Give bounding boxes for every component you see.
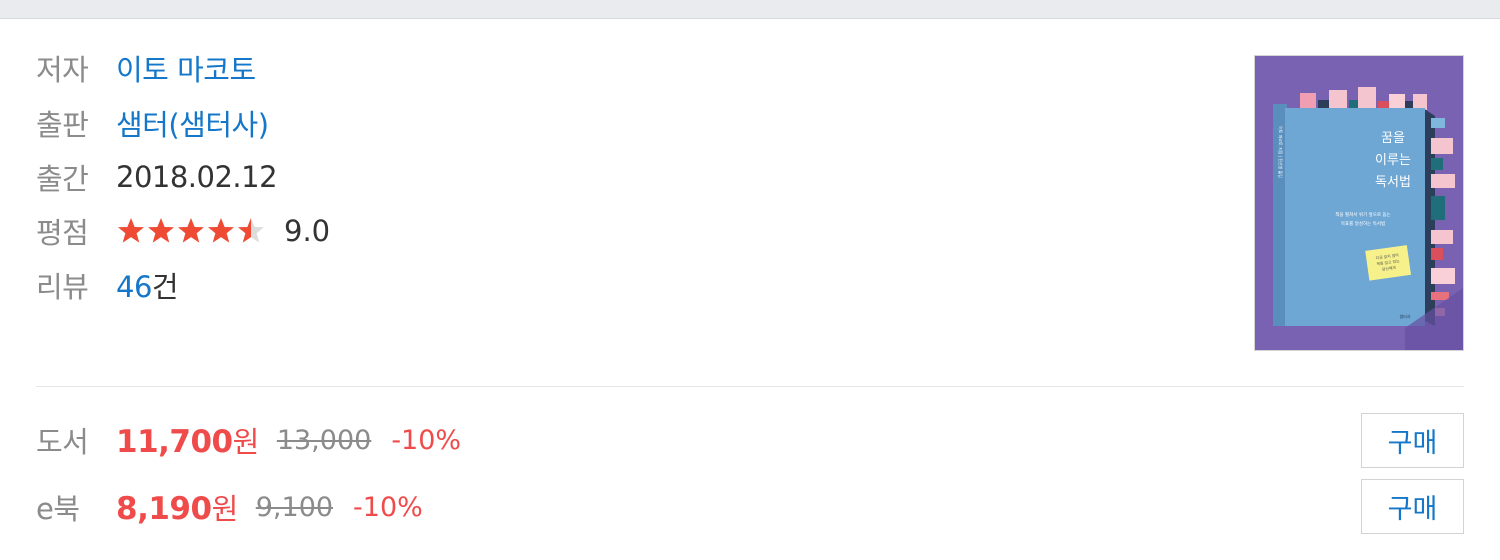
print-buy-button[interactable]: 구매 [1361,413,1464,468]
rating-score: 9.0 [284,214,331,248]
print-sale-unit: 원 [232,425,260,459]
svg-text:목표를 달성하는 독서법: 목표를 달성하는 독서법 [1341,220,1385,227]
publisher-row: 출판 샘터(샘터사) [36,101,269,145]
svg-text:이토 마코토 지음 | 전선영 옮김: 이토 마코토 지음 | 전선영 옮김 [1278,126,1284,178]
svg-text:이루는: 이루는 [1375,153,1411,168]
print-original-price: 13,000 [276,424,372,456]
pubdate-value: 2018.02.12 [116,160,278,194]
rating-stars [116,216,266,246]
rating-label: 평점 [36,216,89,250]
author-row: 저자 이토 마코토 [36,46,256,90]
ebook-sale-price: 8,190원 [116,486,238,528]
svg-text:책을 펼쳐서 위기 앞으로 돕는: 책을 펼쳐서 위기 앞으로 돕는 [1335,211,1390,218]
publisher-label: 출판 [36,108,89,142]
review-count-link[interactable]: 46 [116,270,152,304]
pubdate-row: 출간 2018.02.12 [36,155,278,199]
print-price-row: 도서 11,700원 13,000 -10% [36,415,461,465]
ebook-original-price: 9,100 [255,491,334,523]
ebook-price-row: e북 8,190원 9,100 -10% [36,482,423,532]
publisher-link[interactable]: 샘터(샘터사) [116,102,269,144]
review-row: 리뷰 46건 [36,263,179,307]
print-label: 도서 [36,425,89,459]
top-bar [0,0,1500,19]
book-cover-image[interactable]: 꿈을 이루는 독서법 책을 펼쳐서 위기 앞으로 돕는 목표를 달성하는 독서법… [1254,55,1464,351]
print-discount: -10% [391,424,462,456]
book-cover-illustration: 꿈을 이루는 독서법 책을 펼쳐서 위기 앞으로 돕는 목표를 달성하는 독서법… [1255,56,1463,350]
review-count-group: 46건 [116,264,179,306]
ebook-label: e북 [36,492,80,526]
svg-text:샘터사: 샘터사 [1399,313,1410,319]
star-half-icon [236,216,266,246]
review-label: 리뷰 [36,270,89,304]
section-divider [36,386,1464,387]
ebook-sale-amount: 8,190 [116,491,212,527]
ebook-discount: -10% [353,491,423,523]
print-sale-amount: 11,700 [116,424,233,460]
review-unit: 건 [151,270,179,304]
star-full-icon [176,216,206,246]
svg-text:꿈을: 꿈을 [1381,131,1405,146]
ebook-sale-unit: 원 [211,492,239,526]
pubdate-label: 출간 [36,162,89,196]
star-full-icon [146,216,176,246]
print-sale-price: 11,700원 [116,419,259,461]
ebook-buy-button[interactable]: 구매 [1361,479,1464,534]
star-full-icon [116,216,146,246]
rating-row: 평점 9.0 [36,209,330,253]
author-link[interactable]: 이토 마코토 [116,47,256,89]
author-label: 저자 [36,53,89,87]
star-full-icon [206,216,236,246]
svg-text:독서법: 독서법 [1375,175,1411,190]
